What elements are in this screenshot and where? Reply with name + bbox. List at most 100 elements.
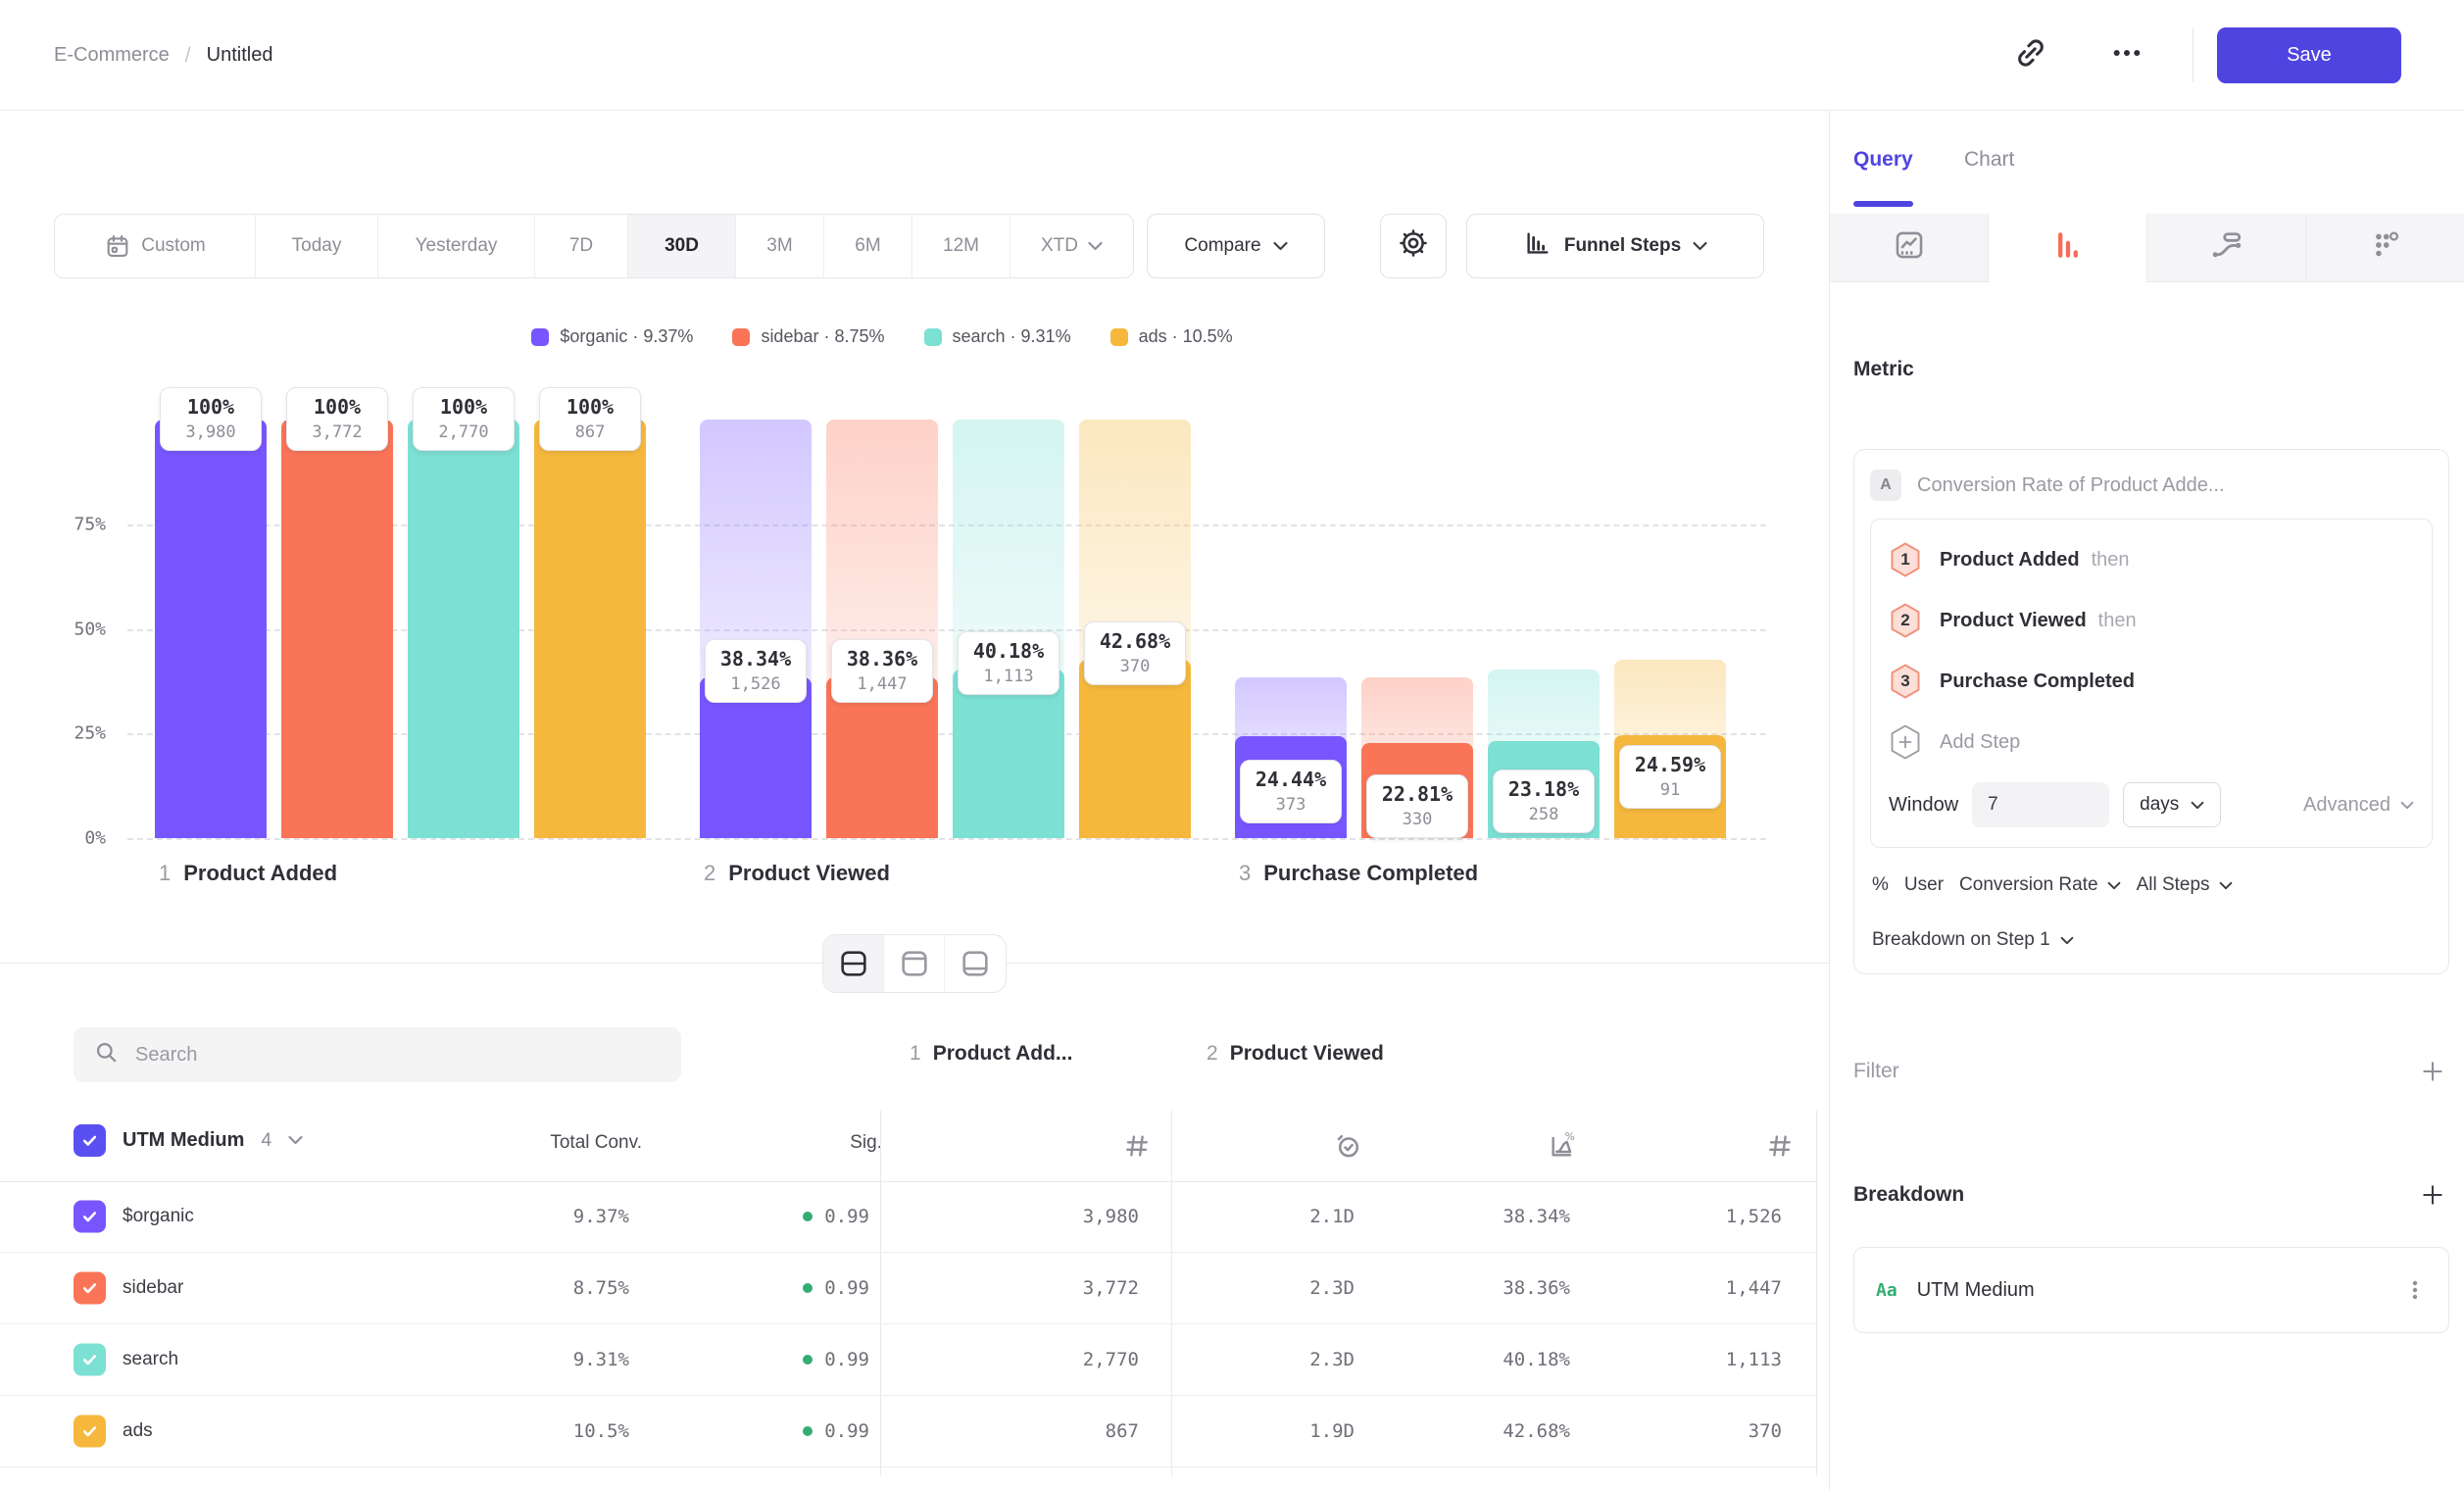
conv-rate-value: 38.36% — [1503, 1277, 1570, 1299]
funnel-bar-search-step2[interactable] — [953, 670, 1064, 838]
window-label: Window — [1889, 794, 1958, 817]
chevron-down-icon — [2060, 936, 2074, 945]
save-button[interactable]: Save — [2217, 27, 2401, 83]
metric-card: A Conversion Rate of Product Adde... 1Pr… — [1853, 449, 2449, 974]
table-breakdown-header[interactable]: UTM Medium 4 — [74, 1124, 303, 1157]
funnel-step-2[interactable]: 2Product Viewedthen — [1889, 590, 2414, 651]
funnel-bar-ads-step1[interactable] — [534, 420, 646, 838]
legend-item-ads[interactable]: ads · 10.5% — [1110, 326, 1233, 347]
compare-button[interactable]: Compare — [1147, 214, 1325, 278]
breakdown-section-label: Breakdown — [1853, 1183, 1964, 1207]
date-range-6m[interactable]: 6M — [824, 215, 912, 277]
top-header: E-Commerce / Untitled Save — [0, 0, 2464, 111]
date-range-7d[interactable]: 7D — [535, 215, 628, 277]
table-step2-header[interactable]: 2 Product Viewed — [1207, 1042, 1384, 1066]
funnel-bar-ads-step2[interactable] — [1079, 660, 1191, 838]
chevron-down-icon — [2400, 801, 2414, 810]
sig-dot — [803, 1283, 813, 1293]
funnel-bar-sidebar-step1[interactable] — [281, 420, 393, 838]
legend-item-sidebar[interactable]: sidebar · 8.75% — [732, 326, 884, 347]
legend-item-organic[interactable]: $organic · 9.37% — [531, 326, 693, 347]
funnel-bar-organic-step1[interactable] — [155, 420, 267, 838]
date-range-3m[interactable]: 3M — [736, 215, 824, 277]
search-input[interactable]: Search — [74, 1027, 681, 1082]
window-value-input[interactable]: 7 — [1972, 782, 2109, 827]
total-conv-column-header[interactable]: Total Conv. — [550, 1132, 642, 1154]
row-checkbox[interactable] — [74, 1416, 106, 1448]
sig-column-header[interactable]: Sig. — [850, 1132, 882, 1154]
compare-label: Compare — [1184, 235, 1260, 257]
report-type-funnel-tab[interactable] — [1989, 214, 2147, 282]
funnel-bar-search-step1[interactable] — [408, 420, 519, 838]
breadcrumb-current[interactable]: Untitled — [207, 44, 273, 67]
copy-link-button[interactable] — [2007, 31, 2054, 78]
funnel-step-1[interactable]: 1Product Addedthen — [1889, 529, 2414, 590]
step2-count: 1,526 — [1726, 1206, 1782, 1227]
report-type-retention-tab[interactable] — [2306, 214, 2464, 282]
row-checkbox[interactable] — [74, 1201, 106, 1233]
add-filter-button[interactable] — [2416, 1055, 2449, 1088]
bar-value-label: 38.36%1,447 — [831, 639, 933, 703]
y-axis-tick: 25% — [29, 723, 106, 744]
date-range-today[interactable]: Today — [256, 215, 378, 277]
tab-query[interactable]: Query — [1853, 111, 1913, 209]
table-row-sidebar: sidebar8.75%0.993,7722.3D38.36%1,447 — [0, 1253, 1816, 1324]
bar-value-label: 22.81%330 — [1366, 774, 1468, 838]
metric-title: Conversion Rate of Product Adde... — [1917, 474, 2225, 497]
row-checkbox[interactable] — [74, 1272, 106, 1305]
sig-value: 0.99 — [803, 1277, 869, 1299]
breakdown-header-label: UTM Medium — [123, 1129, 244, 1152]
funnel-step-3[interactable]: 3Purchase Completed — [1889, 651, 2414, 712]
breakdown-scope-select[interactable]: Breakdown on Step 1 — [1870, 915, 2433, 966]
more-actions-button[interactable] — [2103, 31, 2150, 78]
date-range-30d[interactable]: 30D — [628, 215, 736, 277]
table-only-view-button[interactable] — [945, 935, 1006, 992]
breadcrumb-parent[interactable]: E-Commerce — [54, 44, 170, 67]
report-type-flows-tab[interactable] — [2147, 214, 2306, 282]
plus-icon — [2420, 1182, 2445, 1208]
advanced-toggle[interactable]: Advanced — [2303, 794, 2414, 817]
legend-item-search[interactable]: search · 9.31% — [924, 326, 1071, 347]
legend-swatch — [1110, 328, 1128, 346]
bar-value-label: 24.44%373 — [1240, 760, 1342, 823]
funnel-steps-card: 1Product Addedthen2Product Viewedthen3Pu… — [1870, 519, 2433, 848]
check-icon — [79, 1350, 100, 1370]
conversion-window-row: Window 7 days Advanced — [1889, 772, 2414, 837]
table-step1-header[interactable]: 1 Product Add... — [910, 1042, 1072, 1066]
add-step-button[interactable]: Add Step — [1889, 712, 2414, 772]
bar-value-label: 40.18%1,113 — [958, 631, 1060, 695]
table-row-search: search9.31%0.992,7702.3D40.18%1,113 — [0, 1324, 1816, 1396]
report-type-insights-tab[interactable] — [1830, 214, 1989, 282]
measure-scope-select[interactable]: All Steps — [2137, 874, 2233, 896]
chart-settings-button[interactable] — [1380, 214, 1447, 278]
chevron-down-icon — [2107, 881, 2121, 890]
panel-tabs: Query Chart — [1830, 111, 2464, 214]
select-all-checkbox[interactable] — [74, 1124, 106, 1157]
chart-legend: $organic · 9.37% sidebar · 8.75% search · … — [0, 326, 1764, 347]
window-unit-select[interactable]: days — [2123, 782, 2221, 827]
metric-title-row[interactable]: A Conversion Rate of Product Adde... — [1870, 470, 2433, 501]
breakdown-item-utm-medium[interactable]: Aa UTM Medium — [1853, 1247, 2449, 1333]
report-type-tabs — [1830, 214, 2464, 282]
row-checkbox[interactable] — [74, 1344, 106, 1376]
legend-swatch — [531, 328, 549, 346]
funnel-icon — [2051, 228, 2085, 267]
date-range-yesterday[interactable]: Yesterday — [378, 215, 535, 277]
add-breakdown-button[interactable] — [2416, 1178, 2449, 1212]
step-number-hexagon: 2 — [1889, 602, 1922, 639]
chevron-down-icon — [288, 1132, 303, 1150]
step-event-name: Purchase Completed — [1940, 670, 2135, 693]
chart-type-button[interactable]: Funnel Steps — [1466, 214, 1764, 278]
bar-value-label: 100%3,772 — [286, 387, 388, 451]
date-range-custom[interactable]: Custom — [55, 215, 256, 277]
date-range-xtd[interactable]: XTD — [1010, 215, 1133, 277]
insights-icon — [1893, 228, 1926, 267]
kebab-menu-icon[interactable] — [2403, 1276, 2427, 1304]
chart-only-view-button[interactable] — [884, 935, 945, 992]
measure-metric-select[interactable]: Conversion Rate — [1959, 874, 2121, 896]
tab-chart[interactable]: Chart — [1964, 111, 2014, 209]
chevron-down-icon — [1273, 235, 1288, 257]
split-view-button[interactable] — [823, 935, 884, 992]
measure-entity-select[interactable]: User — [1904, 874, 1944, 896]
date-range-12m[interactable]: 12M — [912, 215, 1010, 277]
